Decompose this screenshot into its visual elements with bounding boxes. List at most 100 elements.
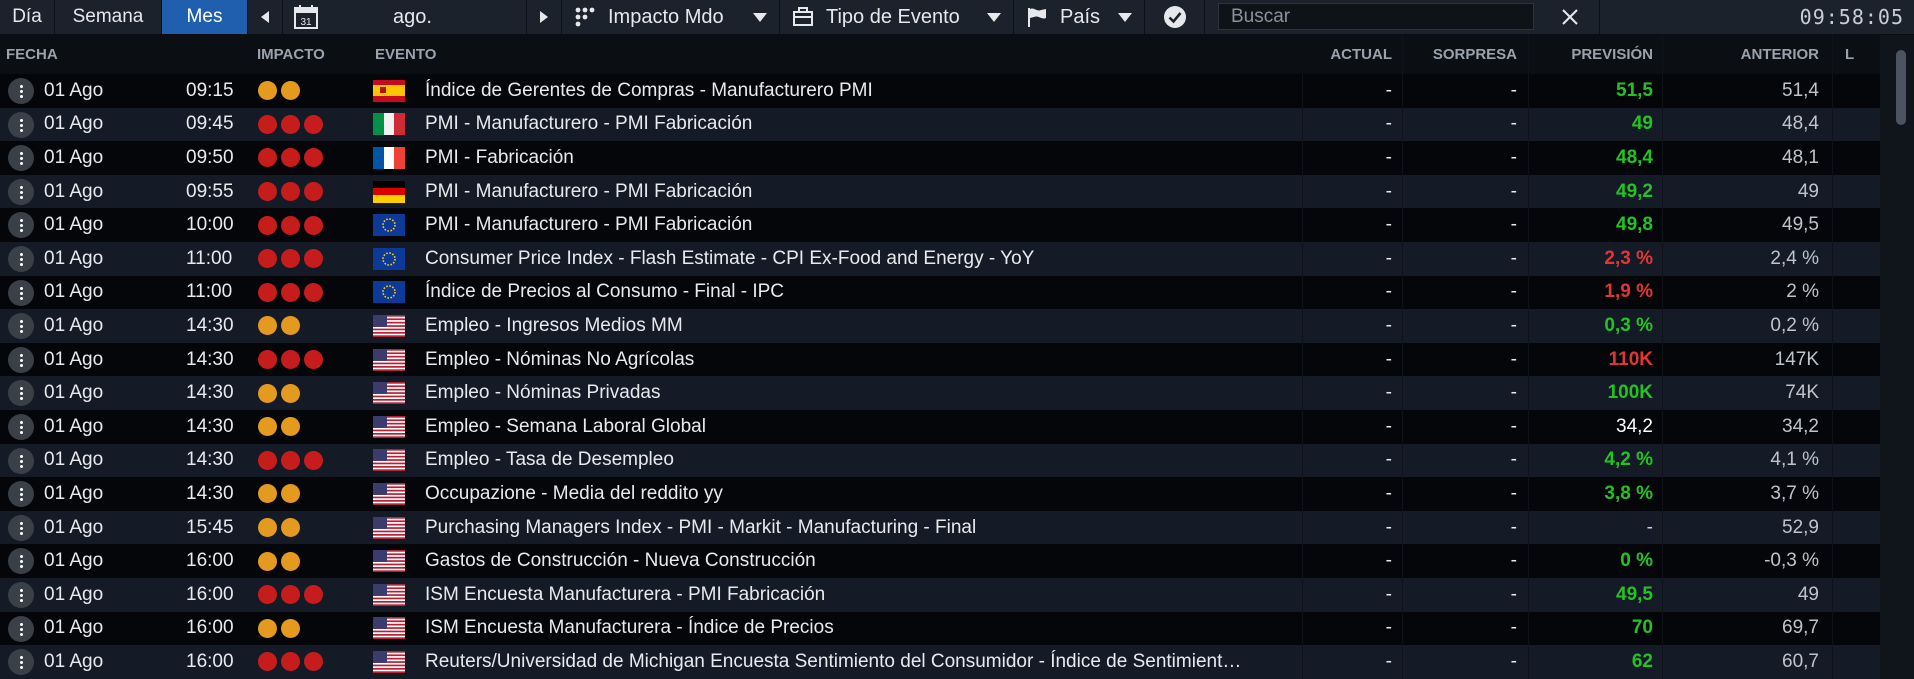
row-time: 10:00 [186, 214, 234, 236]
table-row[interactable]: 01 Ago 11:00 Consumer Price Index - Flash … [0, 241, 1914, 276]
table-row[interactable]: 01 Ago 14:30 Empleo - Nóminas Privadas - - 10… [0, 376, 1914, 410]
event-name[interactable]: PMI - Manufacturero - PMI Fabricación [425, 108, 752, 142]
event-name[interactable]: PMI - Manufacturero - PMI Fabricación [425, 208, 752, 242]
table-row[interactable]: 01 Ago 16:00 Gastos de Construcción - Nuev… [0, 544, 1914, 578]
event-name[interactable]: ISM Encuesta Manufacturera - Índice de P… [425, 612, 834, 646]
event-name[interactable]: Índice de Precios al Consumo - Final - I… [425, 276, 784, 310]
row-menu-button[interactable] [8, 212, 34, 239]
table-row[interactable]: 01 Ago 14:30 Empleo - Semana Laboral Globa… [0, 409, 1914, 444]
view-week-button[interactable]: Semana [55, 0, 162, 34]
column-surprise[interactable]: SORPRESA [1405, 35, 1517, 74]
column-event[interactable]: EVENTO [375, 35, 436, 74]
row-menu-button[interactable] [8, 313, 34, 340]
clear-search-button[interactable] [1540, 0, 1600, 34]
table-row[interactable]: 01 Ago 10:00 PMI - Manufacturero - PMI Fab… [0, 208, 1914, 242]
table-row[interactable]: 01 Ago 16:00 ISM Encuesta Manufacturera - … [0, 577, 1914, 612]
event-name[interactable]: PMI - Manufacturero - PMI Fabricación [425, 175, 752, 209]
scrollbar-thumb[interactable] [1896, 50, 1906, 125]
impact-dot [281, 282, 300, 302]
row-date: 01 Ago [44, 583, 104, 605]
country-flag-icon [373, 449, 405, 472]
month-picker[interactable]: 31 ago. [283, 0, 527, 34]
actual-value: - [1385, 348, 1392, 370]
table-row[interactable]: 01 Ago 15:45 Purchasing Managers Index - P… [0, 510, 1914, 545]
impact-dot [281, 652, 300, 672]
row-menu-button[interactable] [8, 581, 34, 608]
table-row[interactable]: 01 Ago 14:30 Occupazione - Media del reddi… [0, 477, 1914, 511]
table-row[interactable]: 01 Ago 09:45 PMI - Manufacturero - PMI Fab… [0, 107, 1914, 142]
event-type-dropdown[interactable]: Tipo de Evento [780, 0, 1014, 34]
event-name[interactable]: Empleo - Nóminas Privadas [425, 376, 660, 410]
surprise-value: - [1510, 382, 1517, 404]
impact-dot [281, 383, 300, 403]
event-name[interactable]: ISM Encuesta Manufacturera - PMI Fabrica… [425, 578, 825, 612]
row-menu-button[interactable] [8, 649, 34, 676]
row-menu-button[interactable] [8, 245, 34, 272]
row-menu-button[interactable] [8, 413, 34, 440]
table-row[interactable]: 01 Ago 09:15 Índice de Gerentes de Compras… [0, 74, 1914, 108]
row-time: 09:50 [186, 146, 234, 168]
column-extra[interactable]: L [1845, 35, 1854, 74]
column-previous[interactable]: ANTERIOR [1680, 35, 1819, 74]
row-time: 11:00 [186, 247, 233, 269]
view-day-button[interactable]: Día [0, 0, 55, 34]
event-name[interactable]: Índice de Gerentes de Compras - Manufact… [425, 74, 873, 108]
row-menu-button[interactable] [8, 145, 34, 172]
column-impact[interactable]: IMPACTO [257, 35, 325, 74]
apply-filter-button[interactable] [1145, 0, 1205, 34]
impact-dot [304, 282, 323, 302]
event-name[interactable]: Empleo - Semana Laboral Global [425, 410, 706, 444]
country-dropdown[interactable]: País [1014, 0, 1145, 34]
row-menu-button[interactable] [8, 279, 34, 306]
row-menu-button[interactable] [8, 111, 34, 138]
actual-value: - [1385, 617, 1392, 639]
row-date: 01 Ago [44, 650, 104, 672]
row-menu-button[interactable] [8, 178, 34, 205]
event-name[interactable]: Empleo - Tasa de Desempleo [425, 444, 674, 478]
table-row[interactable]: 01 Ago 16:00 Reuters/Universidad de Michig… [0, 645, 1914, 679]
event-name[interactable]: Empleo - Nóminas No Agrícolas [425, 343, 694, 377]
event-name[interactable]: Occupazione - Media del reddito yy [425, 477, 723, 511]
row-menu-button[interactable] [8, 447, 34, 474]
row-menu-button[interactable] [8, 346, 34, 373]
table-row[interactable]: 01 Ago 14:30 Empleo - Tasa de Desempleo - - 4… [0, 443, 1914, 478]
event-name[interactable]: Gastos de Construcción - Nueva Construcc… [425, 544, 816, 578]
scrollbar-track[interactable] [1880, 35, 1914, 679]
kebab-icon [19, 184, 23, 199]
event-name[interactable]: PMI - Fabricación [425, 141, 574, 175]
table-row[interactable]: 01 Ago 16:00 ISM Encuesta Manufacturera - … [0, 611, 1914, 646]
event-name[interactable]: Reuters/Universidad de Michigan Encuesta… [425, 645, 1241, 679]
impact-indicator [258, 652, 323, 672]
table-row[interactable]: 01 Ago 14:30 Empleo - Nóminas No Agrícolas… [0, 342, 1914, 377]
column-date[interactable]: FECHA [6, 35, 58, 74]
impact-dot [281, 518, 300, 538]
row-date: 01 Ago [44, 113, 104, 135]
row-menu-button[interactable] [8, 481, 34, 508]
flag-icon [1028, 8, 1046, 27]
country-flag-icon [373, 113, 405, 136]
surprise-value: - [1510, 482, 1517, 504]
table-row[interactable]: 01 Ago 14:30 Empleo - Ingresos Medios MM - -… [0, 309, 1914, 343]
next-month-button[interactable] [527, 0, 562, 34]
previous-value: 48,4 [1782, 113, 1819, 135]
event-name[interactable]: Consumer Price Index - Flash Estimate - … [425, 242, 1034, 276]
event-name[interactable]: Purchasing Managers Index - PMI - Markit… [425, 511, 976, 545]
column-forecast[interactable]: PREVISIÓN [1520, 35, 1653, 74]
impact-dot [258, 417, 277, 437]
impact-filter-dropdown[interactable]: Impacto Mdo [562, 0, 780, 34]
search-input[interactable] [1218, 3, 1534, 30]
surprise-value: - [1510, 348, 1517, 370]
table-row[interactable]: 01 Ago 09:50 PMI - Fabricación - - 48,4 48,1 [0, 141, 1914, 175]
previous-value: 3,7 % [1770, 482, 1819, 504]
table-row[interactable]: 01 Ago 11:00 Índice de Precios al Consumo … [0, 275, 1914, 310]
column-actual[interactable]: ACTUAL [1304, 35, 1392, 74]
row-menu-button[interactable] [8, 514, 34, 541]
row-menu-button[interactable] [8, 380, 34, 407]
prev-month-button[interactable] [248, 0, 283, 34]
row-menu-button[interactable] [8, 615, 34, 642]
view-month-button[interactable]: Mes [162, 0, 248, 34]
table-row[interactable]: 01 Ago 09:55 PMI - Manufacturero - PMI Fab… [0, 174, 1914, 209]
event-name[interactable]: Empleo - Ingresos Medios MM [425, 309, 683, 343]
row-menu-button[interactable] [8, 78, 34, 104]
row-menu-button[interactable] [8, 548, 34, 575]
